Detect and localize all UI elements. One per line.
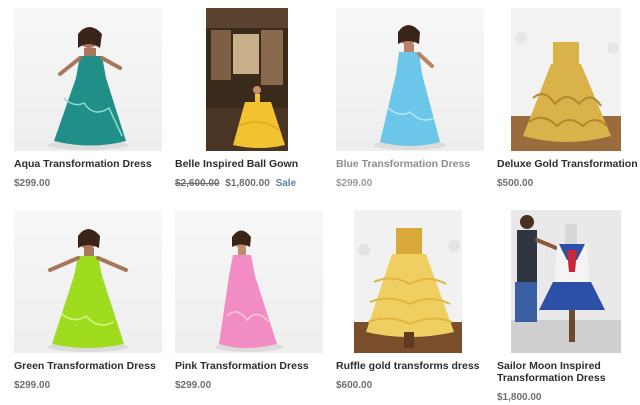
product-price: $1,800.00 — [497, 392, 640, 403]
price-current: $600.00 — [336, 380, 373, 391]
product-card-blue[interactable]: Blue Transformation Dress $299.00 — [336, 8, 484, 189]
product-title[interactable]: Pink Transformation Dress — [175, 360, 323, 372]
product-title-line-2: Transformation Dress — [497, 372, 606, 384]
product-title[interactable]: Deluxe Gold Transformation — [497, 158, 640, 170]
product-title[interactable]: Ruffle gold transforms dress — [336, 360, 484, 372]
product-title[interactable]: Aqua Transformation Dress — [14, 158, 162, 170]
price-compare-at: $2,600.00 — [175, 178, 220, 189]
product-price: $299.00 — [14, 178, 162, 189]
price-current: $299.00 — [14, 380, 51, 391]
price-current: $299.00 — [175, 380, 212, 391]
product-grid: Aqua Transformation Dress $299.00 Belle … — [0, 0, 640, 405]
product-price: $299.00 — [14, 380, 162, 391]
price-current: $299.00 — [336, 178, 373, 189]
product-image-deluxe-gold[interactable] — [497, 8, 640, 151]
product-title-line-1: Sailor Moon Inspired — [497, 360, 601, 372]
price-current: $500.00 — [497, 178, 534, 189]
product-card-aqua[interactable]: Aqua Transformation Dress $299.00 — [14, 8, 162, 189]
product-card-ruffle-gold[interactable]: Ruffle gold transforms dress $600.00 — [336, 210, 484, 391]
product-title[interactable]: Sailor Moon Inspired Transformation Dres… — [497, 360, 640, 384]
product-image-sailor-moon[interactable] — [497, 210, 640, 353]
product-card-green[interactable]: Green Transformation Dress $299.00 — [14, 210, 162, 391]
sale-badge: Sale — [275, 178, 297, 189]
product-price: $299.00 — [336, 178, 484, 189]
product-image-pink-dress[interactable] — [175, 210, 323, 353]
product-price: $600.00 — [336, 380, 484, 391]
product-card-pink[interactable]: Pink Transformation Dress $299.00 — [175, 210, 323, 391]
price-current: $1,800.00 — [497, 392, 542, 403]
product-image-green-dress[interactable] — [14, 210, 162, 353]
product-image-ruffle-gold[interactable] — [336, 210, 484, 353]
product-price: $2,600.00 $1,800.00 Sale — [175, 178, 323, 189]
product-card-deluxe-gold[interactable]: Deluxe Gold Transformation $500.00 — [497, 8, 640, 189]
product-price: $299.00 — [175, 380, 323, 391]
product-image-blue-dress[interactable] — [336, 8, 484, 151]
product-title[interactable]: Green Transformation Dress — [14, 360, 162, 372]
product-card-belle[interactable]: Belle Inspired Ball Gown $2,600.00 $1,80… — [175, 8, 323, 189]
product-image-belle-gown[interactable] — [175, 8, 323, 151]
product-title[interactable]: Belle Inspired Ball Gown — [175, 158, 323, 170]
price-current: $299.00 — [14, 178, 51, 189]
price-current: $1,800.00 — [225, 178, 270, 189]
product-title[interactable]: Blue Transformation Dress — [336, 158, 484, 170]
product-image-aqua-dress[interactable] — [14, 8, 162, 151]
product-price: $500.00 — [497, 178, 640, 189]
product-card-sailor-moon[interactable]: Sailor Moon Inspired Transformation Dres… — [497, 210, 640, 403]
